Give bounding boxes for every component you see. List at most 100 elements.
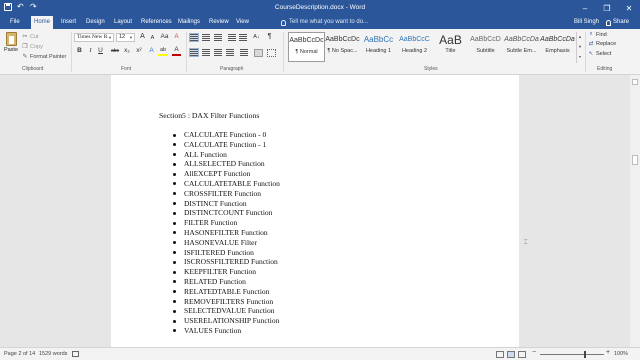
tab-home[interactable]: Home [31,16,54,29]
clear-formatting-button[interactable]: A [172,33,181,41]
tell-me-box[interactable]: Tell me what you want to do... [281,16,368,29]
borders-icon[interactable] [267,49,276,57]
style-name: Title [445,48,456,54]
tab-layout[interactable]: Layout [111,16,135,29]
style-name: Emphasis [545,48,570,54]
ribbon: Paste ✂ Cut ❐ Copy ✎ Format Painter Clip… [0,29,640,75]
style-sample: AaBbCc [363,35,394,44]
share-button[interactable]: Share [606,16,629,29]
minimize-button[interactable]: – [574,0,596,16]
zoom-level[interactable]: 100% [614,351,628,357]
underline-button[interactable]: U [96,47,105,55]
align-left-icon[interactable] [189,48,199,57]
page-count[interactable]: Page 2 of 14 [4,351,35,357]
list-item: ISCROSSFILTERED Function [173,257,280,267]
word-count[interactable]: 1529 words [39,351,67,357]
cut-button[interactable]: ✂ Cut [22,33,38,41]
replace-button[interactable]: ⇄ Replace [588,41,617,47]
scroll-thumb[interactable] [632,155,638,165]
clipboard-icon [5,32,17,46]
tab-view[interactable]: View [233,16,252,29]
restore-button[interactable]: ❐ [596,0,618,16]
zoom-slider-thumb[interactable] [584,351,586,358]
user-name[interactable]: Bill Singh [574,16,599,29]
list-item: HASONEFILTER Function [173,228,280,238]
tab-mailings[interactable]: Mailings [175,16,203,29]
style-subtitle[interactable]: AaBbCcD Subtitle [467,32,504,62]
list-item: RELATED Function [173,277,280,287]
style-title[interactable]: AaB Title [432,32,469,62]
style-no-spacing[interactable]: AaBbCcDc ¶ No Spac... [324,32,361,62]
align-center-icon[interactable] [202,49,210,56]
style-name: Subtle Em... [506,48,537,54]
copy-icon: ❐ [22,44,28,50]
justify-icon[interactable] [226,49,234,56]
line-spacing-icon[interactable] [240,49,248,56]
show-marks-button[interactable]: ¶ [265,33,274,41]
bullets-icon[interactable] [189,33,199,42]
proofing-icon[interactable] [72,351,79,357]
tab-insert[interactable]: Insert [58,16,79,29]
print-layout-icon[interactable] [507,351,515,358]
tab-file[interactable]: File [7,16,23,29]
more-icon[interactable]: ▾ [577,52,583,62]
read-mode-icon[interactable] [496,351,504,358]
tab-design[interactable]: Design [83,16,108,29]
copy-button[interactable]: ❐ Copy [22,43,43,51]
highlight-button[interactable]: ab [158,46,168,54]
font-size-select[interactable]: 12 ▼ [116,33,135,42]
close-button[interactable]: ✕ [618,0,640,16]
zoom-slider[interactable] [540,354,604,355]
style-emphasis[interactable]: AaBbCcDa Emphasis [539,32,576,62]
select-button[interactable]: ↖ Select [588,51,612,57]
subscript-button[interactable]: x₂ [122,47,132,55]
zoom-in-button[interactable]: + [606,349,610,356]
style-name: Heading 2 [401,48,428,54]
window-controls: – ❐ ✕ [574,0,640,16]
share-label: Share [613,19,630,25]
zoom-out-button[interactable]: − [532,349,536,356]
shading-icon[interactable] [254,49,263,57]
tab-review[interactable]: Review [206,16,232,29]
person-icon [606,19,611,26]
scroll-up-button[interactable] [632,79,638,85]
vertical-scrollbar[interactable] [630,75,640,347]
strikethrough-button[interactable]: abc [109,47,121,55]
font-family-select[interactable]: Times New R ▼ [74,33,114,42]
group-divider [71,32,72,72]
style-normal[interactable]: AaBbCcDc ¶ Normal [288,32,325,62]
style-heading-2[interactable]: AaBbCcC Heading 2 [396,32,433,62]
chevron-up-icon[interactable]: ▲ [577,32,583,42]
list-item: SELECTEDVALUE Function [173,306,280,316]
change-case-button[interactable]: Aa [159,33,170,41]
text-effects-button[interactable]: A [147,47,156,55]
superscript-button[interactable]: x² [134,47,144,55]
mouse-cursor-icon: ⌶ [524,240,528,246]
document-page[interactable]: Section5 : DAX Filter Functions CALCULAT… [111,75,519,347]
decrease-indent-icon[interactable] [228,34,236,41]
numbering-icon[interactable] [202,34,210,41]
section-heading: Section5 : DAX Filter Functions [159,111,260,120]
multilevel-list-icon[interactable] [214,34,222,41]
align-right-icon[interactable] [214,49,222,56]
font-color-button[interactable]: A [172,46,181,54]
chevron-down-icon: ▼ [129,35,133,40]
find-button[interactable]: ⌕ Find [588,31,606,38]
bold-button[interactable]: B [75,47,84,55]
web-layout-icon[interactable] [518,351,526,358]
italic-button[interactable]: I [86,47,95,55]
paste-button[interactable]: Paste [2,31,20,61]
grow-font-button[interactable]: A [138,33,147,41]
chevron-down-icon[interactable]: ▼ [577,42,583,52]
style-name: Heading 1 [365,48,392,54]
sort-button[interactable]: A↓ [251,33,262,41]
styles-gallery-scroll[interactable]: ▲ ▼ ▾ [576,32,583,63]
group-divider [585,32,586,72]
shrink-font-button[interactable]: A [148,34,157,42]
replace-label: Replace [596,41,617,47]
tab-references[interactable]: References [138,16,175,29]
style-subtle-emphasis[interactable]: AaBbCcDa Subtle Em... [503,32,540,62]
style-heading-1[interactable]: AaBbCc Heading 1 [360,32,397,62]
format-painter-button[interactable]: ✎ Format Painter [22,53,66,61]
increase-indent-icon[interactable] [239,34,247,41]
